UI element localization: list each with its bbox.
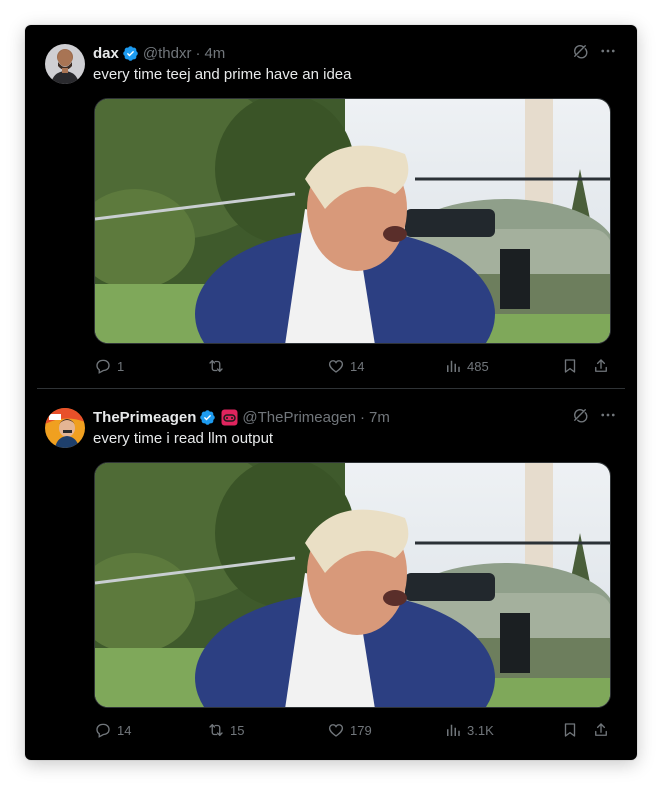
- bookmark-icon: [564, 723, 576, 737]
- grok-icon[interactable]: [571, 406, 589, 424]
- verified-badge-icon[interactable]: [199, 409, 216, 426]
- tweet-header: dax @thdxr · 4m: [93, 42, 617, 64]
- views-button[interactable]: 485: [444, 355, 489, 377]
- reply-button[interactable]: 14: [94, 719, 131, 741]
- reply-icon: [96, 359, 110, 374]
- more-icon[interactable]: [599, 42, 617, 60]
- share-icon: [595, 723, 607, 736]
- author-name[interactable]: ThePrimeagen: [93, 409, 196, 426]
- reply-icon: [96, 723, 110, 738]
- timestamp[interactable]: 7m: [369, 409, 390, 426]
- like-count: 14: [350, 358, 365, 374]
- avatar[interactable]: [45, 408, 85, 448]
- separator: ·: [360, 408, 365, 426]
- separator: ·: [195, 44, 201, 62]
- retweet-icon: [209, 360, 223, 372]
- like-button[interactable]: 179: [327, 719, 372, 741]
- header-actions: [571, 42, 617, 60]
- tweet[interactable]: ThePrimeagen @ThePrimeagen · 7m every ti…: [25, 389, 637, 760]
- retweet-button[interactable]: [207, 355, 230, 377]
- reply-count: 14: [117, 722, 132, 738]
- photo-icon: [95, 463, 610, 707]
- view-count: 3.1K: [467, 722, 494, 738]
- views-icon: [447, 360, 460, 372]
- bookmark-button[interactable]: [561, 719, 579, 741]
- author-handle[interactable]: @ThePrimeagen: [242, 409, 356, 426]
- more-icon[interactable]: [599, 406, 617, 424]
- timestamp[interactable]: 4m: [204, 45, 225, 62]
- bookmark-icon: [564, 359, 576, 373]
- affiliate-badge-icon[interactable]: [221, 409, 238, 426]
- tweet-text: every time teej and prime have an idea: [93, 66, 352, 83]
- share-icon: [595, 359, 607, 372]
- view-count: 485: [467, 358, 489, 374]
- share-button[interactable]: [592, 355, 610, 377]
- like-icon: [328, 724, 344, 737]
- views-button[interactable]: 3.1K: [444, 719, 494, 741]
- tweet[interactable]: dax @thdxr · 4m every time teej and prim…: [25, 25, 637, 388]
- author-name[interactable]: dax: [93, 45, 119, 62]
- timeline: dax @thdxr · 4m every time teej and prim…: [25, 25, 637, 760]
- share-button[interactable]: [592, 719, 610, 741]
- reply-count: 1: [117, 358, 125, 374]
- author-handle[interactable]: @thdxr: [143, 45, 192, 62]
- retweet-icon: [209, 724, 223, 736]
- bookmark-button[interactable]: [561, 355, 579, 377]
- avatar[interactable]: [45, 44, 85, 84]
- tweet-actions: 1 14 485: [94, 355, 614, 377]
- tweet-media[interactable]: [94, 98, 611, 344]
- like-count: 179: [350, 722, 372, 738]
- like-button[interactable]: 14: [327, 355, 364, 377]
- photo-icon: [95, 99, 610, 343]
- tweet-media[interactable]: [94, 462, 611, 708]
- retweet-count: 15: [230, 722, 245, 738]
- tweet-header: ThePrimeagen @ThePrimeagen · 7m: [93, 406, 617, 428]
- grok-icon[interactable]: [571, 42, 589, 60]
- avatar-image: [45, 44, 85, 84]
- tweet-actions: 14 15 179 3.1K: [94, 719, 614, 741]
- retweet-button[interactable]: 15: [207, 719, 244, 741]
- reply-button[interactable]: 1: [94, 355, 124, 377]
- views-icon: [447, 724, 460, 736]
- verified-badge-icon[interactable]: [122, 45, 139, 62]
- like-icon: [328, 360, 344, 373]
- tweet-text: every time i read llm output: [93, 430, 274, 447]
- avatar-image: [45, 408, 85, 448]
- header-actions: [571, 406, 617, 424]
